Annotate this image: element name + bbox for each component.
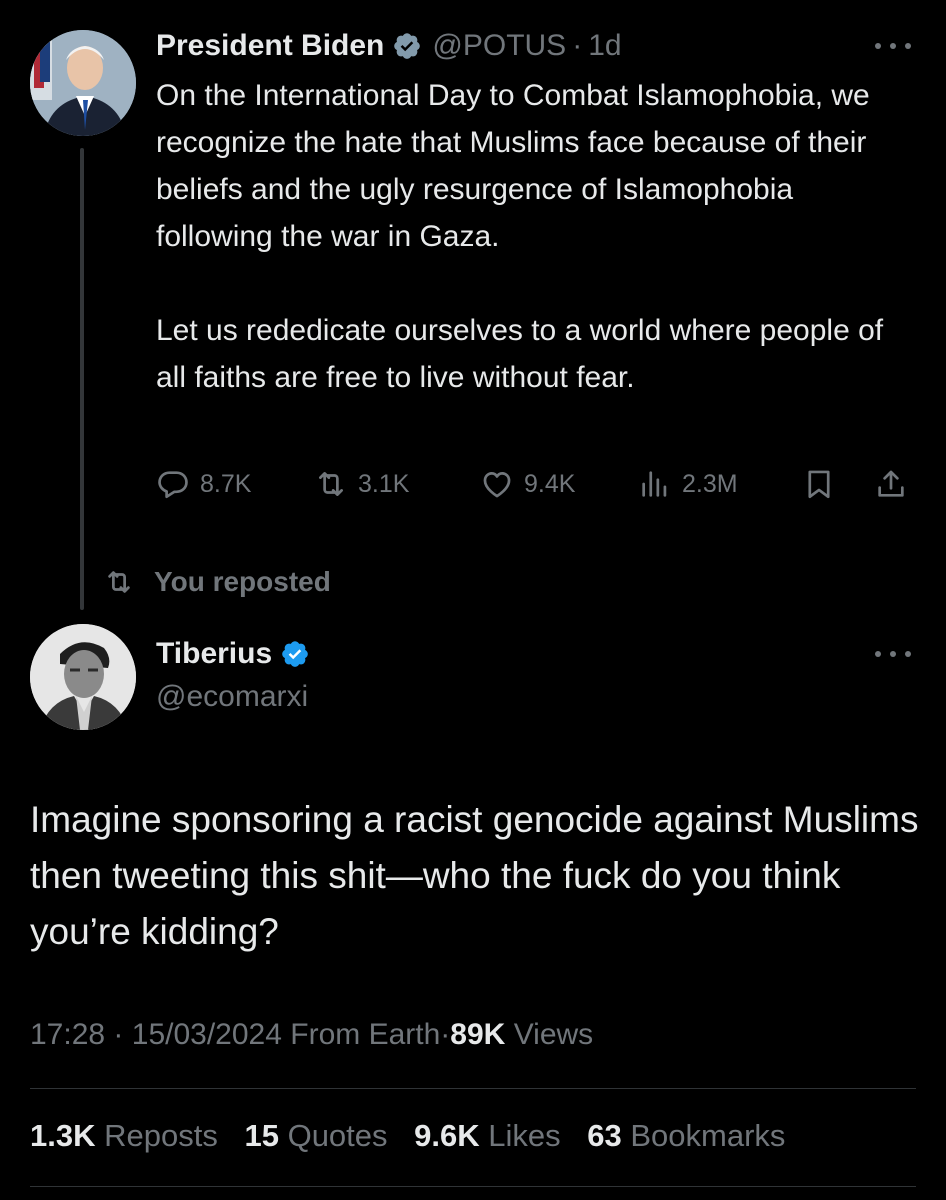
quotes-stat[interactable]: 15 Quotes xyxy=(244,1118,405,1153)
reposts-count: 1.3K xyxy=(30,1118,96,1153)
avatar-president-biden[interactable] xyxy=(30,30,136,136)
likes-count: 9.6K xyxy=(414,1118,480,1153)
views-count: 2.3M xyxy=(682,469,738,498)
meta-separator: · xyxy=(113,1018,124,1051)
tweet-detail-page: President Biden @POTUS · 1d On the Inter… xyxy=(0,0,946,1200)
divider xyxy=(30,1088,916,1089)
share-button[interactable] xyxy=(874,462,908,506)
bookmark-icon xyxy=(808,470,830,499)
meta-separator: · xyxy=(440,1018,451,1051)
views-label: Views xyxy=(513,1018,594,1051)
reposts-stat[interactable]: 1.3K Reposts xyxy=(30,1118,236,1153)
repost-icon xyxy=(108,571,130,593)
views-button[interactable]: 2.3M xyxy=(638,462,738,506)
reply-icon xyxy=(158,471,188,499)
views-count: 89K xyxy=(450,1018,506,1051)
engagement-stats: 1.3K Reposts 15 Quotes 9.6K Likes 63 Boo… xyxy=(30,1118,803,1154)
quotes-label: Quotes xyxy=(287,1118,388,1153)
parent-tweet-header: President Biden @POTUS · 1d xyxy=(156,26,622,66)
parent-tweet-paragraph-1: On the International Day to Combat Islam… xyxy=(156,79,870,253)
quotes-count: 15 xyxy=(244,1118,279,1153)
parent-tweet-action-bar: 8.7K 3.1K 9.4K 2.3M xyxy=(156,462,916,506)
author-handle[interactable]: @ecomarxi xyxy=(156,680,308,714)
likes-stat[interactable]: 9.6K Likes xyxy=(414,1118,578,1153)
avatar-photo-icon xyxy=(30,624,136,730)
tweet-time[interactable]: 1d xyxy=(588,29,621,63)
heart-icon xyxy=(483,472,511,498)
repost-button[interactable]: 3.1K xyxy=(314,462,409,506)
tweet-date[interactable]: 15/03/2024 xyxy=(132,1018,282,1051)
repost-context-label[interactable]: You reposted xyxy=(154,566,331,598)
avatar-photo-icon xyxy=(30,30,136,136)
bookmarks-stat[interactable]: 63 Bookmarks xyxy=(587,1118,803,1153)
more-options-icon[interactable] xyxy=(875,644,911,664)
gray-verified-icon xyxy=(394,33,421,59)
bookmarks-count: 63 xyxy=(587,1118,622,1153)
reply-count: 8.7K xyxy=(200,469,252,498)
header-separator: · xyxy=(572,29,583,62)
reposts-label: Reposts xyxy=(104,1118,218,1153)
author-display-name[interactable]: Tiberius xyxy=(156,637,272,671)
repost-count: 3.1K xyxy=(358,469,410,498)
tweet-source: From Earth xyxy=(290,1018,441,1051)
bookmark-button[interactable] xyxy=(802,462,836,506)
main-tweet-text: Imagine sponsoring a racist genocide aga… xyxy=(30,799,919,952)
views-bar-chart-icon xyxy=(642,471,667,497)
author-display-name[interactable]: President Biden xyxy=(156,29,384,63)
author-handle[interactable]: @POTUS xyxy=(432,29,566,63)
tweet-meta: 17:28 · 15/03/2024 From Earth·89K Views xyxy=(30,1018,593,1052)
more-options-icon[interactable] xyxy=(875,36,911,56)
likes-label: Likes xyxy=(488,1118,561,1153)
share-icon xyxy=(878,470,904,497)
main-tweet-header: Tiberius xyxy=(156,634,320,674)
blue-verified-icon xyxy=(282,641,308,667)
tweet-timestamp[interactable]: 17:28 xyxy=(30,1018,105,1051)
like-button[interactable]: 9.4K xyxy=(480,462,575,506)
bookmarks-label: Bookmarks xyxy=(630,1118,786,1153)
avatar-tiberius[interactable] xyxy=(30,624,136,730)
repost-context: You reposted xyxy=(104,564,331,600)
like-count: 9.4K xyxy=(524,469,576,498)
repost-icon xyxy=(319,472,343,496)
reply-button[interactable]: 8.7K xyxy=(156,462,251,506)
divider xyxy=(30,1186,916,1187)
parent-tweet-paragraph-2: Let us rededicate ourselves to a world w… xyxy=(156,314,884,394)
thread-connector-line xyxy=(80,148,84,610)
parent-tweet-text: On the International Day to Combat Islam… xyxy=(156,72,916,401)
